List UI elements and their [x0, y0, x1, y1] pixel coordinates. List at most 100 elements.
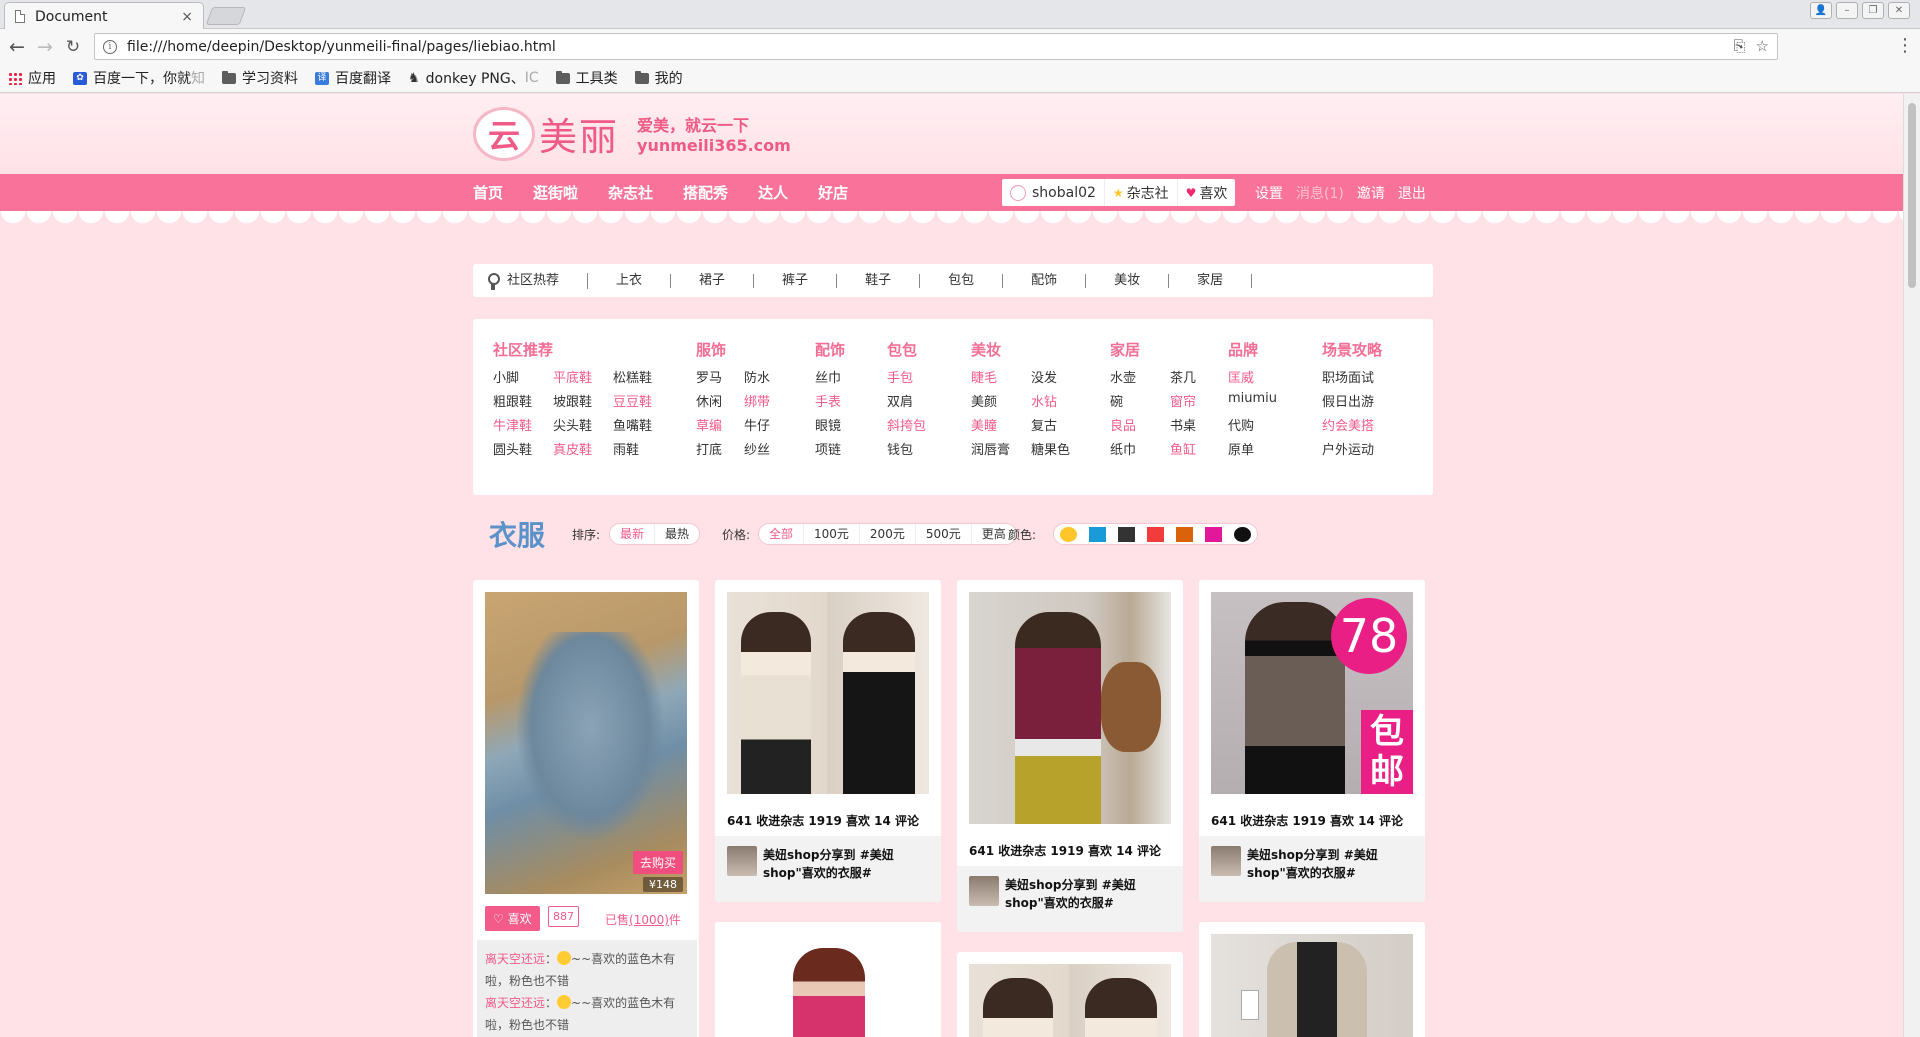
- product-card[interactable]: 641 收进杂志 1919 喜欢 14 评论 美妞shop分享到 #美妞shop…: [715, 580, 941, 902]
- megamenu-link[interactable]: 松糕鞋: [613, 367, 673, 386]
- color-swatch[interactable]: [1205, 526, 1222, 542]
- back-arrow-icon[interactable]: ←: [6, 36, 28, 58]
- color-swatch[interactable]: [1176, 526, 1193, 542]
- browser-tab[interactable]: Document ×: [4, 2, 204, 30]
- megamenu-heading[interactable]: 家居: [1110, 339, 1140, 360]
- megamenu-link[interactable]: 项链: [815, 439, 875, 458]
- megamenu-link[interactable]: 绑带: [744, 391, 792, 410]
- megamenu-link[interactable]: 尖头鞋: [553, 415, 613, 434]
- forward-arrow-icon[interactable]: →: [34, 36, 56, 58]
- megamenu-link[interactable]: 粗跟鞋: [493, 391, 553, 410]
- megamenu-link[interactable]: 鱼缸: [1170, 439, 1230, 458]
- cat-pants[interactable]: 裤子: [754, 273, 838, 288]
- color-swatch[interactable]: [1147, 526, 1164, 542]
- nav-home[interactable]: 首页: [473, 182, 503, 203]
- profile-icon[interactable]: 👤: [1810, 2, 1832, 19]
- bookmark-baidu[interactable]: ✿ 百度一下，你就知: [73, 68, 205, 88]
- invite-link[interactable]: 邀请: [1357, 183, 1385, 203]
- share-text[interactable]: 美妞shop分享到 #美妞shop"喜欢的衣服#: [763, 846, 903, 882]
- megamenu-link[interactable]: 复古: [1031, 415, 1091, 434]
- megamenu-link[interactable]: 美瞳: [971, 415, 1031, 434]
- megamenu-link[interactable]: 美颜: [971, 391, 1031, 410]
- megamenu-heading[interactable]: 场景攻略: [1322, 339, 1382, 360]
- megamenu-link[interactable]: 草编: [696, 415, 744, 434]
- cat-tops[interactable]: 上衣: [588, 273, 672, 288]
- product-image-blouse[interactable]: [727, 592, 929, 794]
- reload-icon[interactable]: ↻: [62, 36, 84, 58]
- megamenu-heading[interactable]: 配饰: [815, 339, 845, 360]
- color-swatch[interactable]: [1060, 526, 1077, 542]
- megamenu-link[interactable]: 碗: [1110, 391, 1170, 410]
- megamenu-link[interactable]: 鱼嘴鞋: [613, 415, 673, 434]
- messages-link[interactable]: 消息(1): [1296, 183, 1344, 203]
- megamenu-heading[interactable]: 品牌: [1228, 339, 1258, 360]
- product-card[interactable]: 641 收进杂志 1919 喜欢 14 评论 美妞shop分享到 #美妞shop…: [957, 580, 1183, 932]
- close-window-button[interactable]: ✕: [1888, 2, 1910, 19]
- product-card[interactable]: 去购买 ¥148 ♡ 喜欢 887 已售(1000)件 离天空还远： ~~喜欢的蓝…: [473, 580, 699, 1037]
- bookmark-study[interactable]: 学习资料: [222, 68, 298, 88]
- megamenu-link[interactable]: 纸巾: [1110, 439, 1170, 458]
- megamenu-link[interactable]: 职场面试: [1322, 367, 1382, 386]
- avatar[interactable]: [1211, 846, 1241, 876]
- megamenu-link[interactable]: 茶几: [1170, 367, 1230, 386]
- avatar[interactable]: [727, 846, 757, 876]
- user-magazine-link[interactable]: ★ 杂志社: [1105, 179, 1178, 206]
- megamenu-link[interactable]: 书桌: [1170, 415, 1230, 434]
- nav-shopping[interactable]: 逛街啦: [533, 182, 578, 203]
- sold-number[interactable]: (1000): [629, 913, 669, 927]
- cat-home[interactable]: 家居: [1169, 273, 1253, 288]
- megamenu-link[interactable]: 豆豆鞋: [613, 391, 673, 410]
- megamenu-link[interactable]: 打底: [696, 439, 744, 458]
- megamenu-link[interactable]: 防水: [744, 367, 792, 386]
- price-100[interactable]: 100元: [804, 524, 860, 544]
- price-200[interactable]: 200元: [860, 524, 916, 544]
- bookmark-star-icon[interactable]: ☆: [1756, 37, 1769, 55]
- logout-link[interactable]: 退出: [1398, 183, 1426, 203]
- megamenu-link[interactable]: 双肩: [887, 391, 947, 410]
- comment-author[interactable]: 离天空还远: [485, 952, 545, 966]
- nav-outfit-show[interactable]: 搭配秀: [683, 182, 728, 203]
- maximize-button[interactable]: ❐: [1862, 2, 1884, 19]
- megamenu-link[interactable]: 水钻: [1031, 391, 1091, 410]
- minimize-button[interactable]: –: [1836, 2, 1858, 19]
- cat-community-picks[interactable]: 社区热荐: [487, 272, 589, 290]
- megamenu-link[interactable]: 眼镜: [815, 415, 875, 434]
- megamenu-link[interactable]: 罗马: [696, 367, 744, 386]
- megamenu-link[interactable]: 真皮鞋: [553, 439, 613, 458]
- avatar[interactable]: [969, 876, 999, 906]
- like-button[interactable]: ♡ 喜欢: [485, 906, 540, 931]
- info-icon[interactable]: i: [103, 39, 117, 54]
- megamenu-link[interactable]: 平底鞋: [553, 367, 613, 386]
- color-swatch[interactable]: [1089, 526, 1106, 542]
- megamenu-link[interactable]: 斜挎包: [887, 415, 947, 434]
- color-swatch[interactable]: [1118, 526, 1135, 542]
- megamenu-link[interactable]: 户外运动: [1322, 439, 1382, 458]
- share-text[interactable]: 美妞shop分享到 #美妞shop"喜欢的衣服#: [1005, 876, 1145, 912]
- megamenu-link[interactable]: 代购: [1228, 415, 1288, 434]
- translate-page-icon[interactable]: ⎘: [1734, 37, 1746, 55]
- bookmark-tools[interactable]: 工具类: [555, 68, 618, 88]
- color-swatch[interactable]: [1234, 526, 1251, 542]
- product-image-blouse[interactable]: [969, 964, 1171, 1037]
- megamenu-link[interactable]: 丝巾: [815, 367, 875, 386]
- megamenu-link[interactable]: 圆头鞋: [493, 439, 553, 458]
- megamenu-link[interactable]: 良品: [1110, 415, 1170, 434]
- product-image-coat[interactable]: [1211, 934, 1413, 1037]
- megamenu-link[interactable]: 小脚: [493, 367, 553, 386]
- new-tab-button[interactable]: [205, 7, 247, 25]
- browser-menu-icon[interactable]: ⋮: [1896, 35, 1914, 56]
- megamenu-link[interactable]: 匡威: [1228, 367, 1288, 386]
- megamenu-link[interactable]: 牛仔: [744, 415, 792, 434]
- megamenu-heading[interactable]: 服饰: [696, 339, 726, 360]
- tab-close-icon[interactable]: ×: [181, 9, 193, 25]
- megamenu-link[interactable]: 原单: [1228, 439, 1288, 458]
- bookmark-apps[interactable]: 应用: [8, 68, 56, 88]
- megamenu-link[interactable]: 手包: [887, 367, 947, 386]
- megamenu-link[interactable]: 钱包: [887, 439, 947, 458]
- product-image-dress[interactable]: [727, 934, 929, 1037]
- megamenu-heading[interactable]: 社区推荐: [493, 339, 553, 360]
- scrollbar-thumb[interactable]: [1908, 103, 1916, 288]
- sort-newest[interactable]: 最新: [610, 524, 656, 544]
- page-scrollbar[interactable]: [1903, 94, 1920, 1037]
- megamenu-link[interactable]: 坡跟鞋: [553, 391, 613, 410]
